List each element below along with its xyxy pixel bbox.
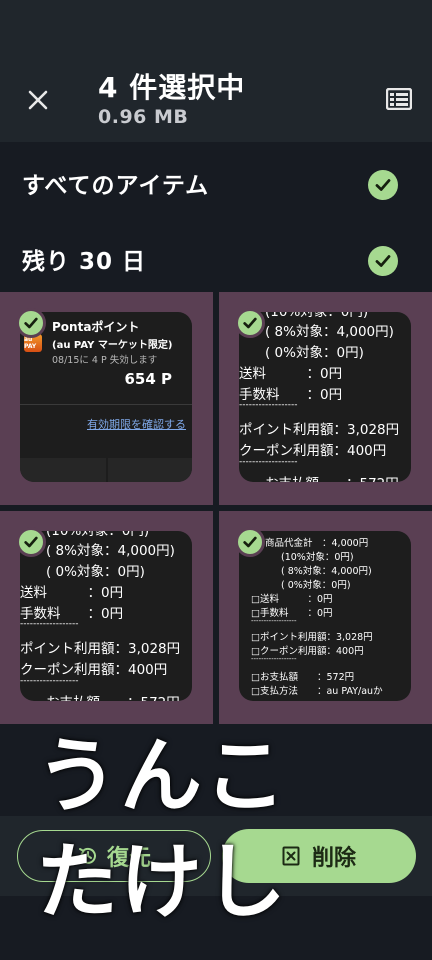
- receipt-line: ( 8%対象：4,000円): [265, 324, 394, 340]
- receipt-line: (10%対象：0円): [265, 312, 369, 320]
- check-icon[interactable]: [235, 527, 265, 557]
- thumbnail: Pontaポイント au PAY (au PAY マーケット限定) 08/15に…: [20, 312, 192, 482]
- ponta-expiry: 08/15に 4 P 失効します: [52, 355, 158, 366]
- selection-size: 0.96 MB: [98, 106, 189, 128]
- view-toggle-button[interactable]: [382, 82, 416, 116]
- delete-label: 削除: [311, 846, 356, 871]
- overlay-caption-line-1: うんこ: [36, 729, 289, 824]
- divider: [20, 404, 192, 405]
- check-icon[interactable]: [16, 308, 46, 338]
- receipt-line: ( 0%対象：0円): [281, 580, 351, 591]
- section-row-all-items[interactable]: すべてのアイテム: [0, 152, 432, 216]
- receipt-line: クーポン利用額：400円: [239, 443, 387, 459]
- receipt-line: ------------------: [239, 457, 298, 467]
- receipt-line: クーポン利用額：400円: [20, 662, 168, 678]
- receipt-line: □送料 ：0円: [251, 594, 333, 605]
- receipt-line: □お支払額 ：572円: [251, 672, 355, 683]
- receipt-line: ( 0%対象：0円): [265, 345, 364, 361]
- receipt-line: 商品代金計 ：4,000円: [265, 538, 369, 549]
- receipt-line: お支払額 ：572円: [265, 472, 399, 482]
- receipt-line: ------------------: [251, 655, 297, 663]
- check-icon[interactable]: [368, 246, 398, 276]
- close-button[interactable]: [20, 82, 56, 118]
- receipt-line: □支払方法 ：au PAY/auか: [251, 686, 383, 697]
- thumbnail: (10%対象：0円) ( 8%対象：4,000円) ( 0%対象：0円) 送料 …: [239, 312, 411, 482]
- ponta-title: Pontaポイント: [52, 320, 140, 334]
- receipt-line: (10%対象：0円): [281, 552, 354, 563]
- selection-count-title: 4 件選択中: [98, 71, 246, 104]
- section-row-days-left[interactable]: 残り 30 日: [0, 228, 432, 292]
- receipt-line: ------------------: [20, 619, 79, 629]
- app-bar: 4 件選択中 0.96 MB: [0, 0, 432, 142]
- grid-item-receipt-1[interactable]: (10%対象：0円) ( 8%対象：4,000円) ( 0%対象：0円) 送料 …: [219, 292, 432, 505]
- receipt-line: お支払額 ：572円: [46, 691, 180, 701]
- ponta-points: 654 P: [124, 370, 172, 388]
- receipt-line: ------------------: [20, 676, 79, 686]
- receipt-line: □ポイント利用額：3,028円: [251, 632, 373, 643]
- receipt-line: ( 8%対象：4,000円): [281, 566, 372, 577]
- grid-item-ponta[interactable]: Pontaポイント au PAY (au PAY マーケット限定) 08/15に…: [0, 292, 213, 505]
- list-view-icon: [386, 88, 412, 110]
- receipt-line: ポイント利用額：3,028円: [20, 641, 181, 657]
- expiry-link: 有効期限を確認する: [87, 418, 186, 431]
- receipt-line: ------------------: [251, 617, 297, 625]
- receipt-line: 送料 ：0円: [239, 366, 343, 382]
- overlay-caption-line-2: たけし: [36, 835, 289, 930]
- ponta-subtitle: (au PAY マーケット限定): [52, 340, 173, 351]
- check-icon[interactable]: [235, 308, 265, 338]
- check-icon[interactable]: [368, 170, 398, 200]
- section-label: 残り 30 日: [22, 249, 147, 275]
- receipt-line: (10%対象：0円): [46, 531, 150, 539]
- receipt-line: ------------------: [239, 400, 298, 410]
- thumbnail: 商品代金計 ：4,000円 (10%対象：0円) ( 8%対象：4,000円) …: [239, 531, 411, 701]
- thumbnail: (10%対象：0円) ( 8%対象：4,000円) ( 0%対象：0円) 送料 …: [20, 531, 192, 701]
- section-label: すべてのアイテム: [22, 173, 210, 199]
- receipt-line: ( 0%対象：0円): [46, 564, 145, 580]
- grid-item-receipt-3[interactable]: 商品代金計 ：4,000円 (10%対象：0円) ( 8%対象：4,000円) …: [219, 511, 432, 724]
- close-icon: [28, 90, 48, 110]
- receipt-line: ポイント利用額：3,028円: [239, 422, 400, 438]
- grid-item-receipt-2[interactable]: (10%対象：0円) ( 8%対象：4,000円) ( 0%対象：0円) 送料 …: [0, 511, 213, 724]
- receipt-line: ( 8%対象：4,000円): [46, 543, 175, 559]
- divider: [106, 458, 108, 482]
- receipt-line: 送料 ：0円: [20, 585, 124, 601]
- check-icon[interactable]: [16, 527, 46, 557]
